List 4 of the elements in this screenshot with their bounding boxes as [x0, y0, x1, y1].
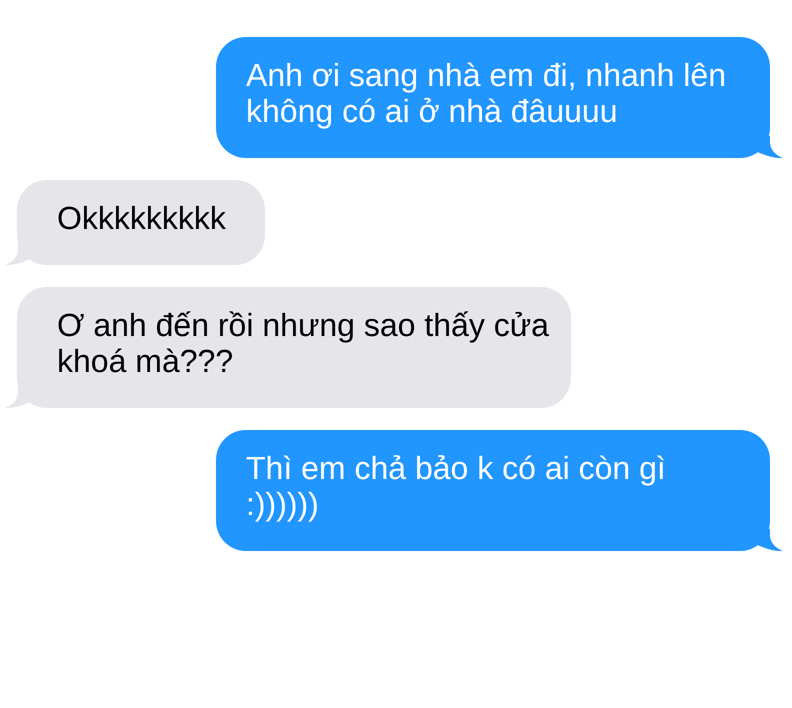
message-text: Thì em chả bảo k có ai còn gì :))))))	[246, 450, 666, 522]
message-text: Ơ anh đến rồi nhưng sao thấy cửa khoá mà???	[57, 307, 549, 379]
message-text: Okkkkkkkkk	[57, 200, 226, 236]
message-text: Anh ơi sang nhà em đi, nhanh lên không có ai ở nhà đâuuuu	[246, 57, 726, 129]
